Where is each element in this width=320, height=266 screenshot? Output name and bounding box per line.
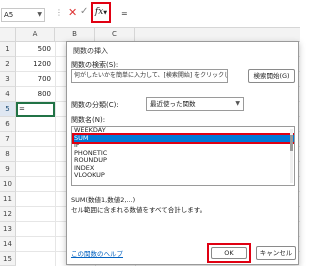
row-header-11[interactable]: 11 <box>0 192 16 207</box>
row-header-10[interactable]: 10 <box>0 177 16 192</box>
function-help-link[interactable]: この関数のヘルプ <box>71 248 123 258</box>
column-header-b[interactable]: B <box>55 28 95 42</box>
row-header-9[interactable]: 9 <box>0 162 16 177</box>
row-header-3[interactable]: 3 <box>0 72 16 87</box>
ok-button-highlight: OK <box>207 243 251 263</box>
row-header-13[interactable]: 13 <box>0 222 16 237</box>
chevron-down-icon[interactable]: ▼ <box>37 9 42 21</box>
category-label: 関数の分類(C): <box>71 101 119 109</box>
search-start-button[interactable]: 検索開始(G) <box>248 69 295 83</box>
cancel-entry-icon[interactable]: ✕ <box>68 6 77 19</box>
row-header-14[interactable]: 14 <box>0 237 16 252</box>
gridline <box>55 42 56 266</box>
list-scrollbar-thumb[interactable] <box>290 135 293 151</box>
name-box-value: A5 <box>4 11 14 19</box>
column-header-a[interactable]: A <box>16 28 55 42</box>
list-item[interactable]: VLOOKUP <box>72 171 294 180</box>
function-list-label: 関数名(N): <box>71 116 106 124</box>
row-header-8[interactable]: 8 <box>0 147 16 162</box>
cell-a3[interactable]: 700 <box>17 72 54 86</box>
row-header-15[interactable]: 15 <box>0 252 16 266</box>
list-item[interactable]: INDEX <box>72 164 294 173</box>
cell-a4[interactable]: 800 <box>17 87 54 101</box>
function-list[interactable]: WEEKDAY SUM IF PHONETIC ROUNDUP INDEX VL… <box>71 126 295 186</box>
row-header-5[interactable]: 5 <box>0 102 16 117</box>
formula-text[interactable]: = <box>121 9 128 18</box>
category-select[interactable]: 最近使った関数 ▼ <box>146 97 244 111</box>
row-header-1[interactable]: 1 <box>0 42 16 57</box>
cell-a2[interactable]: 1200 <box>17 57 54 71</box>
more-icon: ⋮ <box>55 8 63 17</box>
insert-function-button[interactable]: fx▼ <box>91 2 111 23</box>
chevron-down-icon: ▼ <box>103 10 108 16</box>
insert-function-dialog: 関数の挿入 関数の検索(S): 何がしたいかを簡単に入力して、[検索開始] をク… <box>66 41 299 265</box>
formula-bar: A5 ▼ ⋮ ✕ ✓ fx▼ = <box>0 0 300 28</box>
function-search-input[interactable]: 何がしたいかを簡単に入力して、[検索開始] をクリックしてください。 <box>71 69 228 83</box>
row-header-7[interactable]: 7 <box>0 132 16 147</box>
ok-button[interactable]: OK <box>211 247 247 259</box>
column-header-c[interactable]: C <box>95 28 135 42</box>
row-header-12[interactable]: 12 <box>0 207 16 222</box>
column-header-rest <box>135 28 300 42</box>
row-header-6[interactable]: 6 <box>0 117 16 132</box>
function-syntax: SUM(数値1,数値2,...) <box>71 196 136 204</box>
row-header-4[interactable]: 4 <box>0 87 16 102</box>
dialog-title: 関数の挿入 <box>73 47 108 55</box>
select-all-corner[interactable] <box>0 28 16 42</box>
row-header-2[interactable]: 2 <box>0 57 16 72</box>
function-description: セル範囲に含まれる数値をすべて合計します。 <box>71 206 207 214</box>
list-item-selected[interactable]: SUM <box>72 134 294 142</box>
active-cell-a5[interactable]: = <box>16 102 55 117</box>
cancel-button[interactable]: キャンセル <box>256 246 296 260</box>
chevron-down-icon: ▼ <box>235 100 240 107</box>
cell-a1[interactable]: 500 <box>17 42 54 56</box>
list-item[interactable]: ROUNDUP <box>72 156 294 165</box>
category-value: 最近使った関数 <box>150 100 196 108</box>
list-item[interactable]: WEEKDAY <box>72 127 294 135</box>
name-box[interactable]: A5 ▼ <box>1 8 45 22</box>
confirm-entry-icon[interactable]: ✓ <box>80 6 88 17</box>
